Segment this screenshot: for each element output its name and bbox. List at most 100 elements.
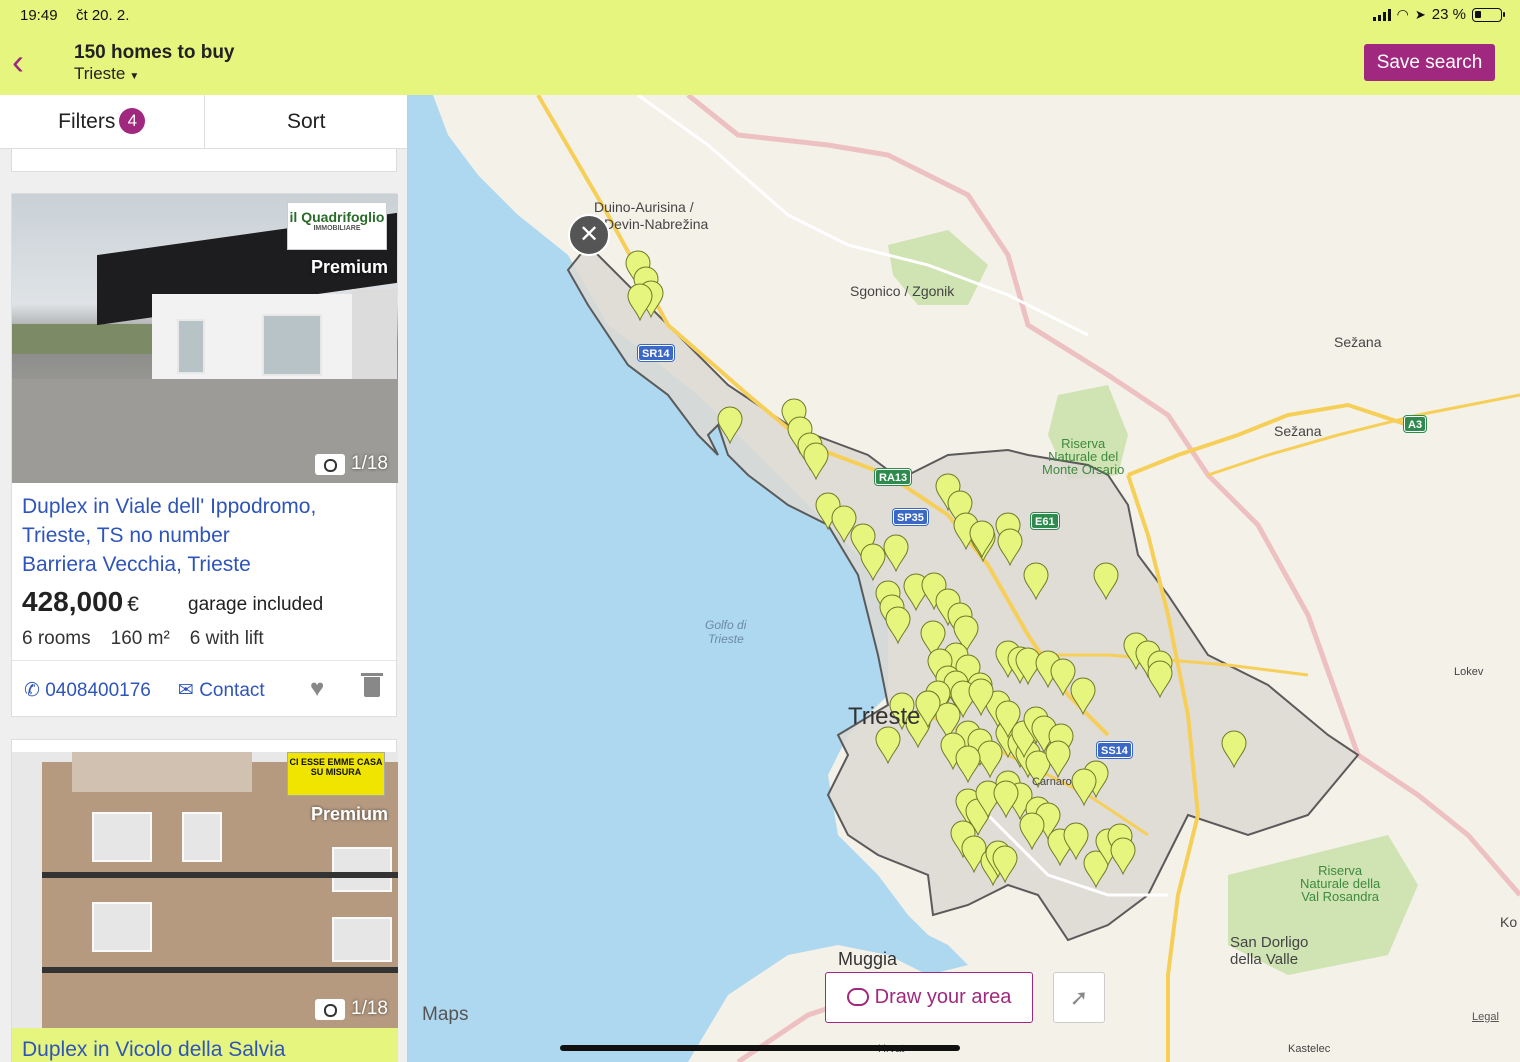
- filters-tab[interactable]: Filters 4: [0, 95, 205, 148]
- agency-subname: IMMOBILIARE: [313, 225, 361, 232]
- battery-percent: 23 %: [1431, 6, 1466, 23]
- map-label-muggia: Muggia: [838, 949, 898, 969]
- photo-window: [182, 812, 222, 862]
- caret-down-icon: ▼: [129, 71, 140, 82]
- map-label-carnaro: Carnaro: [1032, 776, 1072, 788]
- back-chevron-icon[interactable]: ‹: [12, 44, 24, 80]
- listing-title[interactable]: Duplex in Vicolo della Salvia: [12, 1028, 398, 1062]
- map-label-golfo: Trieste: [708, 632, 744, 646]
- status-bar: 19:49 čt 20. 2. ◠ ➤ 23 %: [0, 0, 1520, 30]
- agency-name: il Quadrifoglio: [289, 209, 385, 225]
- photo-window: [177, 319, 205, 374]
- road-badge: SS14: [1097, 742, 1132, 758]
- heart-icon[interactable]: ♥: [310, 675, 324, 703]
- map-label-lokev: Lokev: [1454, 666, 1484, 678]
- sort-tab[interactable]: Sort: [205, 95, 408, 148]
- listing-title-text: Duplex in Viale dell' Ippodromo, Trieste…: [22, 495, 317, 547]
- price-value: 428,000: [22, 586, 124, 617]
- app-header: ‹ 150 homes to buy Trieste ▼ Save search: [0, 30, 1520, 95]
- agency-logo: il Quadrifoglio IMMOBILIARE: [287, 202, 387, 250]
- phone-icon: ✆: [24, 680, 40, 701]
- floor: 6 with lift: [189, 628, 264, 649]
- page-title: 150 homes to buy: [74, 42, 235, 63]
- listing-actions: ✆ 0408400176 ✉ Contact ♥: [12, 660, 398, 718]
- battery-icon: [1472, 7, 1505, 22]
- save-search-button[interactable]: Save search: [1364, 44, 1495, 81]
- photo-balcony: [42, 872, 398, 878]
- map-label-ko: Ko: [1500, 914, 1518, 930]
- photo-count-text: 1/18: [351, 998, 388, 1019]
- envelope-icon: ✉: [178, 680, 194, 701]
- wifi-icon: ◠: [1396, 6, 1409, 22]
- photo-window: [332, 847, 392, 892]
- photo-count-text: 1/18: [351, 453, 388, 474]
- photo-window: [92, 812, 152, 862]
- listing-extra: garage included: [188, 594, 324, 615]
- map-label-devin: Devin-Nabrežina: [604, 216, 709, 232]
- photo-wall-side: [352, 289, 397, 384]
- road-badge: SR14: [638, 345, 674, 361]
- location-label: Trieste: [74, 64, 126, 83]
- photo-window: [332, 917, 392, 962]
- listing-title[interactable]: Duplex in Viale dell' Ippodromo, Trieste…: [22, 492, 382, 579]
- camera-icon: [315, 453, 346, 475]
- size: 160 m²: [110, 628, 170, 649]
- listing-card[interactable]: il Quadrifoglio IMMOBILIARE Premium 1/18…: [11, 193, 398, 718]
- road-badge: A3: [1404, 416, 1427, 432]
- premium-label: Premium: [310, 257, 388, 277]
- road-badge: RA13: [875, 469, 912, 485]
- map-label-sezana: Sežana: [1274, 423, 1322, 439]
- map-label-reserve: Riserva Naturale della Val Rosandra: [1300, 863, 1381, 904]
- lasso-icon: [846, 988, 869, 1006]
- draw-area-label: Draw your area: [874, 986, 1012, 1008]
- map-label-golfo: Golfo di: [705, 618, 747, 632]
- status-date: čt 20. 2.: [76, 7, 130, 24]
- home-indicator: [560, 1045, 960, 1051]
- listing-price: 428,000 €: [22, 586, 139, 618]
- photo-building-top: [72, 752, 252, 792]
- photo-counter: 1/18: [315, 453, 388, 475]
- listing-photo[interactable]: CI ESSE EMME CASA SU MISURA Premium 1/18: [12, 752, 398, 1028]
- draw-area-button[interactable]: Draw your area: [825, 972, 1033, 1023]
- filter-sort-bar: Filters 4 Sort: [0, 95, 408, 149]
- apple-maps-logo: Maps: [422, 1004, 468, 1026]
- cellular-signal-icon: [1372, 8, 1391, 21]
- clear-area-button[interactable]: ✕: [568, 214, 610, 256]
- photo-building: [42, 762, 398, 1028]
- results-list[interactable]: Filters4 Sort 0405 400 70 Contact il Qua…: [0, 95, 408, 1062]
- listing-photo[interactable]: il Quadrifoglio IMMOBILIARE Premium 1/18: [12, 194, 398, 483]
- location-arrow-icon: ➚: [1069, 985, 1089, 1010]
- legal-link[interactable]: Legal: [1472, 1011, 1499, 1023]
- maps-brand-label: Maps: [422, 1004, 469, 1025]
- map-label-kastelec: Kastelec: [1288, 1043, 1331, 1055]
- road: [1207, 393, 1520, 477]
- listing-features: 6 rooms 160 m² 6 with lift: [22, 628, 284, 650]
- location-selector[interactable]: Trieste ▼: [74, 64, 139, 84]
- filters-label: Filters: [58, 110, 116, 133]
- phone-number: 0408400176: [45, 680, 151, 701]
- photo-window: [92, 902, 152, 952]
- photo-window: [262, 314, 322, 376]
- status-time: 19:49: [20, 7, 58, 24]
- filters-count-badge: 4: [119, 108, 146, 134]
- status-right: ◠ ➤ 23 %: [1372, 6, 1505, 23]
- map-label-duino: Duino-Aurisina /: [594, 199, 694, 215]
- contact-link[interactable]: ✉ Contact: [178, 679, 265, 702]
- map-label-trieste: Trieste: [848, 703, 921, 730]
- photo-counter: 1/18: [315, 998, 388, 1020]
- phone-link[interactable]: ✆ 0408400176: [24, 679, 151, 702]
- camera-icon: [315, 998, 346, 1020]
- premium-label: Premium: [310, 804, 388, 824]
- trash-icon[interactable]: [361, 673, 383, 697]
- photo-trees: [12, 324, 152, 354]
- road-badge: SP35: [893, 509, 928, 525]
- listing-area: Barriera Vecchia, Trieste: [22, 553, 251, 576]
- listing-card[interactable]: CI ESSE EMME CASA SU MISURA Premium 1/18…: [11, 739, 398, 1062]
- locate-me-button[interactable]: ➚: [1053, 972, 1105, 1023]
- photo-balcony: [42, 967, 398, 973]
- road-badge: E61: [1031, 513, 1059, 529]
- map-label-sgonico: Sgonico / Zgonik: [850, 283, 955, 299]
- rooms: 6 rooms: [22, 628, 91, 649]
- map-view[interactable]: Duino-Aurisina / Devin-Nabrežina Sgonico…: [408, 95, 1520, 1062]
- contact-label: Contact: [199, 680, 265, 701]
